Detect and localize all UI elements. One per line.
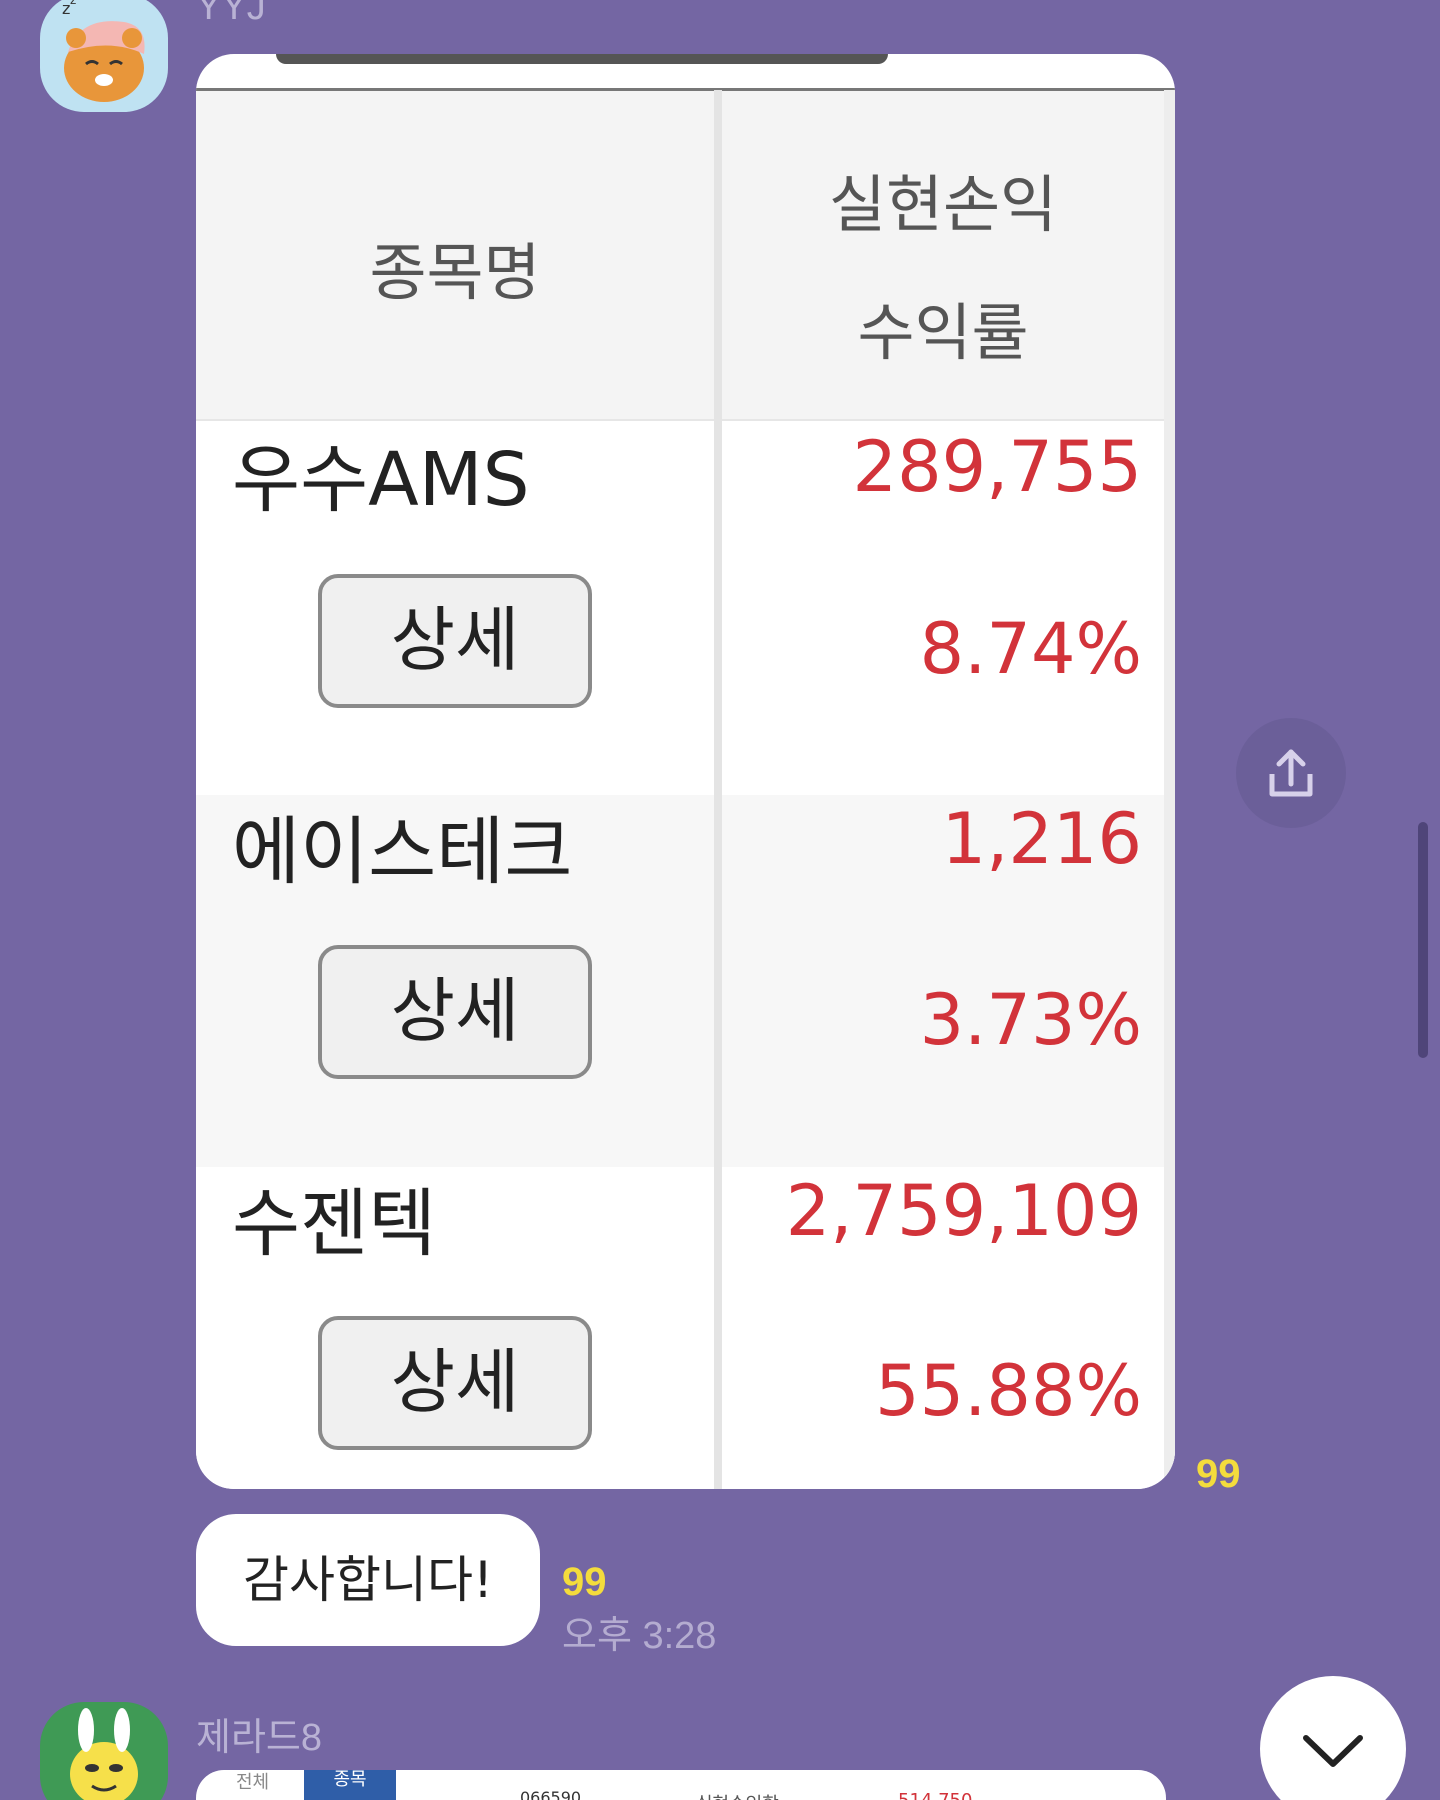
unread-count: 99 [1196,1452,1241,1496]
stock-name: 에이스테크 [232,809,573,895]
realized-profit-value: 289,755 [852,426,1142,508]
column-header-return-rate: 수익률 [857,296,1029,369]
return-rate-value: 3.73% [919,979,1142,1061]
realized-profit-value: 2,759,109 [785,1170,1142,1252]
muzi-character-icon [70,1708,138,1800]
summary-value: 514,750 [898,1790,972,1800]
return-rate-value: 8.74% [919,608,1142,690]
shared-image-preview[interactable]: 전체 종목 066590 실현손익합 514,750 [196,1770,1166,1800]
detail-button[interactable]: 상세 [318,574,592,708]
share-icon [1269,749,1313,797]
message-time: 오후 3:28 [562,1615,717,1657]
message-bubble[interactable]: 감사합니다! [196,1514,540,1646]
unread-count: 99 [562,1560,607,1604]
detail-button[interactable]: 상세 [318,1316,592,1450]
sender-name: YYJ [196,0,266,28]
column-divider [714,90,722,1489]
share-button[interactable] [1236,718,1346,828]
scroll-down-button[interactable] [1260,1676,1406,1800]
sender-name: 제라드8 [196,1717,323,1759]
avatar-jerad[interactable] [40,1702,168,1800]
shared-image[interactable]: 종목명 실현손익 수익률 우수AMS 상세 289,755 8.74% 에이스테… [196,54,1175,1489]
chevron-down-icon [1303,1735,1363,1767]
tab-all: 전체 [236,1772,270,1793]
tab-stock: 종목 [304,1770,396,1800]
stock-code: 066590 [520,1788,582,1800]
return-rate-value: 55.88% [875,1350,1142,1432]
column-edge [1164,90,1175,1489]
stock-name: 우수AMS [232,437,530,523]
scrollbar[interactable] [1418,822,1428,1058]
ryan-character-icon: z z [62,0,145,102]
realized-profit-value: 1,216 [941,798,1142,880]
image-top-bar [276,54,888,64]
summary-label: 실현손익합 [696,1790,779,1800]
detail-button[interactable]: 상세 [318,945,592,1079]
column-header-stock-name: 종목명 [369,236,541,309]
stock-name: 수젠텍 [232,1181,437,1267]
column-header-realized-profit: 실현손익 [828,168,1058,241]
avatar-yyj[interactable]: z z [40,0,168,112]
svg-text:z: z [70,0,76,7]
